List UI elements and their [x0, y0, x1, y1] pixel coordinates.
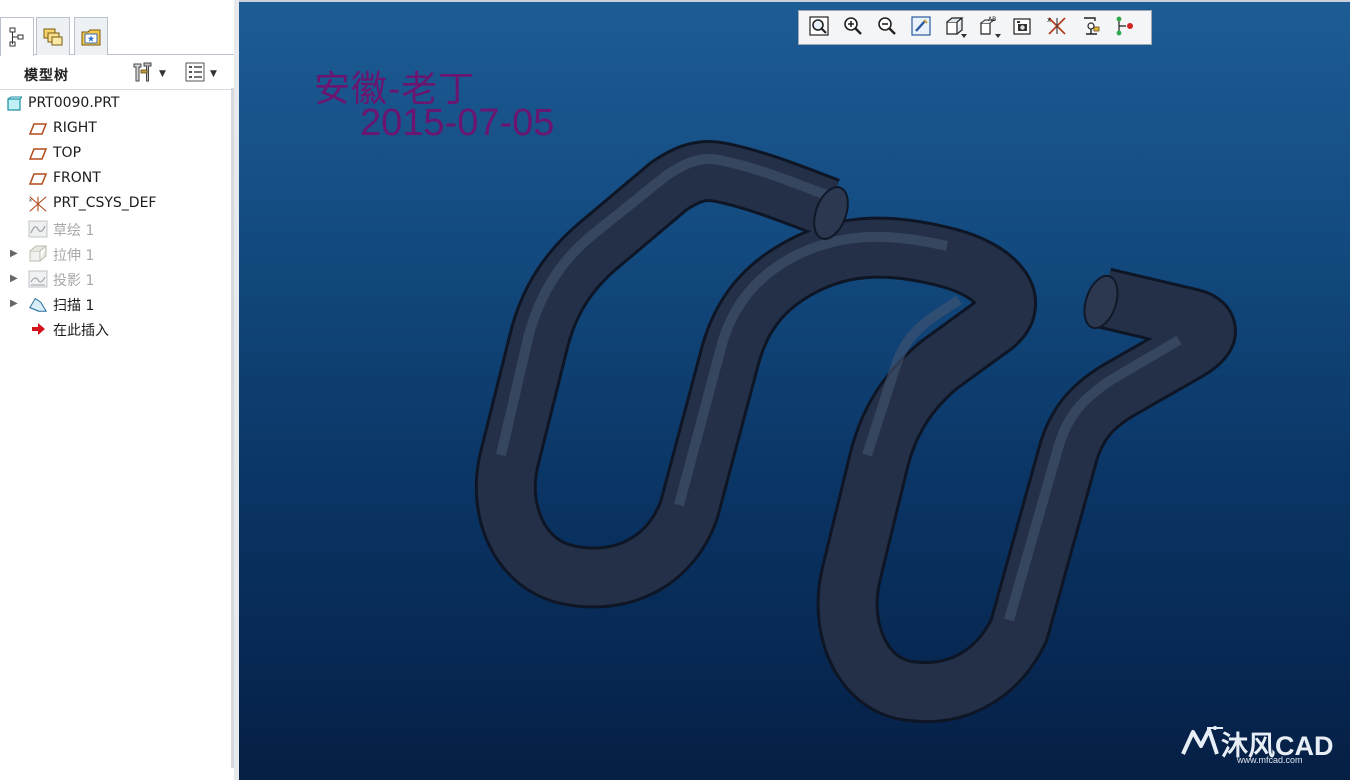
tree-columns-button[interactable]: ▼	[184, 62, 217, 86]
sweep-icon	[28, 294, 48, 314]
svg-text:AB: AB	[988, 16, 996, 23]
datum-display-button[interactable]: x	[1040, 12, 1074, 43]
saved-orientations-button[interactable]: AB	[972, 12, 1006, 43]
model-tree-header: 模型树 ▼ ▼	[0, 56, 234, 90]
tab-favorites[interactable]	[74, 17, 108, 55]
display-style-icon	[944, 15, 966, 41]
tree-item-datum-right[interactable]: RIGHT	[0, 116, 234, 141]
view-manager-button[interactable]	[1006, 12, 1040, 43]
tree-item-label: PRT0090.PRT	[28, 95, 120, 111]
tab-layers[interactable]	[36, 17, 70, 55]
favorites-folder-icon	[80, 27, 102, 47]
insert-here-arrow-icon	[28, 319, 48, 339]
expand-arrow-icon[interactable]: ▶	[10, 298, 20, 309]
tree-item-insert-here[interactable]: 在此插入	[0, 316, 234, 341]
tree-item-label: 拉伸 1	[53, 248, 95, 264]
tree-item-label: 扫描 1	[53, 298, 95, 314]
tube-geometry	[474, 140, 1237, 723]
expand-arrow-icon[interactable]: ▶	[10, 248, 20, 259]
tree-item-part[interactable]: PRT0090.PRT	[0, 91, 234, 116]
chevron-down-icon: ▼	[210, 69, 217, 79]
model-annotation-date: 2015-07-05	[360, 102, 555, 144]
tree-item-label: 在此插入	[53, 323, 109, 339]
tab-model-tree[interactable]	[0, 17, 34, 56]
tree-item-label: TOP	[53, 145, 82, 161]
chevron-down-icon: ▼	[159, 69, 166, 79]
layers-icon	[42, 27, 64, 47]
expand-arrow-icon[interactable]: ▶	[10, 273, 20, 284]
tree-item-sweep[interactable]: ▶ 扫描 1	[0, 291, 234, 316]
repaint-icon	[910, 15, 932, 41]
tree-item-label: PRT_CSYS_DEF	[53, 195, 157, 211]
tree-item-extrude[interactable]: ▶ 拉伸 1	[0, 241, 234, 266]
coordinate-system-icon: x	[28, 194, 48, 214]
annotation-display-button[interactable]	[1074, 12, 1108, 43]
tree-settings-icon	[131, 61, 155, 87]
graphics-viewport[interactable]: AB x 安徽-老丁 2015-07-05 沐风CAD www.mfcad.co…	[239, 0, 1350, 780]
tree-item-projection[interactable]: ▶ 投影 1	[0, 266, 234, 291]
spin-center-icon	[1114, 15, 1136, 41]
watermark-url: www.mfcad.com	[1237, 755, 1303, 765]
refit-button[interactable]	[802, 12, 836, 43]
refit-icon	[808, 15, 830, 41]
watermark: 沐风CAD www.mfcad.com	[1179, 722, 1349, 772]
annotation-display-icon	[1080, 15, 1102, 41]
navigator-tab-strip	[0, 17, 240, 56]
zoom-in-button[interactable]	[836, 12, 870, 43]
model-tree-title: 模型树	[24, 68, 69, 84]
svg-text:x: x	[1047, 16, 1051, 24]
datum-plane-icon	[28, 144, 48, 164]
tree-item-label: 投影 1	[53, 273, 95, 289]
datum-display-icon: x	[1046, 15, 1068, 41]
zoom-in-icon	[842, 15, 864, 41]
extrude-icon	[28, 244, 48, 264]
repaint-button[interactable]	[904, 12, 938, 43]
datum-plane-icon	[28, 119, 48, 139]
view-toolbar: AB x	[798, 10, 1152, 45]
tree-item-sketch[interactable]: 草绘 1	[0, 216, 234, 241]
creo-application-window: 模型树 ▼ ▼ PRT0090.PRT RIGHT TOP FRONT x PR…	[0, 0, 1350, 780]
tree-item-label: 草绘 1	[53, 223, 95, 239]
model-tree-icon	[8, 27, 26, 47]
datum-plane-icon	[28, 169, 48, 189]
tree-item-datum-top[interactable]: TOP	[0, 141, 234, 166]
saved-orientations-icon: AB	[978, 15, 1000, 41]
svg-text:x: x	[29, 197, 33, 203]
projection-icon	[28, 269, 48, 289]
zoom-out-button[interactable]	[870, 12, 904, 43]
navigator-panel: 模型树 ▼ ▼ PRT0090.PRT RIGHT TOP FRONT x PR…	[0, 0, 240, 780]
sketch-icon	[28, 219, 48, 239]
tree-item-datum-front[interactable]: FRONT	[0, 166, 234, 191]
zoom-out-icon	[876, 15, 898, 41]
tree-item-label: RIGHT	[53, 120, 97, 136]
view-manager-icon	[1012, 15, 1034, 41]
spin-center-button[interactable]	[1108, 12, 1142, 43]
part-icon	[4, 94, 24, 114]
display-style-button[interactable]	[938, 12, 972, 43]
tree-columns-icon	[184, 61, 206, 87]
tree-item-csys[interactable]: x PRT_CSYS_DEF	[0, 191, 234, 216]
tree-item-label: FRONT	[53, 170, 101, 186]
tree-settings-button[interactable]: ▼	[131, 62, 166, 86]
